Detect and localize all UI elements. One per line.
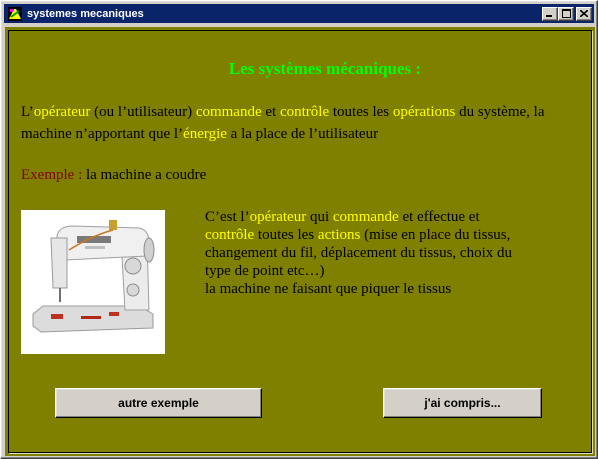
intro-text: toutes les bbox=[329, 104, 393, 120]
desc-text: la machine ne faisant que piquer le tiss… bbox=[205, 281, 452, 297]
intro-text: a la place de l’utilisateur bbox=[226, 126, 379, 142]
desc-highlight: commande bbox=[332, 209, 399, 225]
maximize-icon bbox=[561, 9, 571, 18]
understood-button[interactable]: j'ai compris... bbox=[383, 388, 542, 418]
desc-text: C’est l’ bbox=[205, 209, 250, 225]
intro-text: (ou l’utilisateur) bbox=[90, 104, 196, 120]
close-button[interactable] bbox=[576, 6, 592, 21]
desc-highlight: actions bbox=[317, 227, 361, 243]
title-bar[interactable]: systemes mecaniques bbox=[4, 4, 594, 23]
desc-text: toutes les bbox=[254, 227, 318, 243]
app-icon bbox=[7, 6, 23, 22]
intro-highlight: commande bbox=[195, 104, 262, 120]
intro-highlight: énergie bbox=[183, 126, 227, 142]
intro-highlight: opérations bbox=[392, 104, 456, 120]
desc-highlight: opérateur bbox=[249, 209, 307, 225]
close-icon bbox=[580, 10, 588, 17]
minimize-icon bbox=[546, 15, 552, 17]
minimize-button[interactable] bbox=[542, 6, 558, 21]
page-title: Les systèmes mécaniques : bbox=[228, 59, 422, 78]
example-text: la machine a coudre bbox=[85, 167, 207, 183]
sewing-machine-icon bbox=[21, 210, 165, 354]
description-paragraph: C’est l’opérateur qui commande et effect… bbox=[205, 208, 525, 298]
example-label: Exemple : bbox=[21, 167, 86, 183]
window-title: systemes mecaniques bbox=[27, 7, 144, 20]
example-line: Exemple : la machine a coudre bbox=[21, 167, 206, 184]
intro-highlight: opérateur bbox=[33, 104, 91, 120]
intro-paragraph: L’opérateur (ou l’utilisateur) commande … bbox=[21, 101, 591, 145]
desc-highlight: contrôle bbox=[205, 227, 255, 243]
maximize-button[interactable] bbox=[558, 6, 574, 21]
other-example-button[interactable]: autre exemple bbox=[55, 388, 262, 418]
content-area: Les systèmes mécaniques : L’opérateur (o… bbox=[5, 27, 595, 456]
intro-text: L’ bbox=[21, 104, 34, 120]
desc-text: et effectue et bbox=[398, 209, 480, 225]
desc-text: qui bbox=[306, 209, 333, 225]
sewing-machine-photo bbox=[21, 210, 165, 354]
intro-text: et bbox=[261, 104, 280, 120]
app-window: systemes mecaniques Les systèmes mécaniq… bbox=[0, 0, 598, 459]
intro-highlight: contrôle bbox=[279, 104, 330, 120]
